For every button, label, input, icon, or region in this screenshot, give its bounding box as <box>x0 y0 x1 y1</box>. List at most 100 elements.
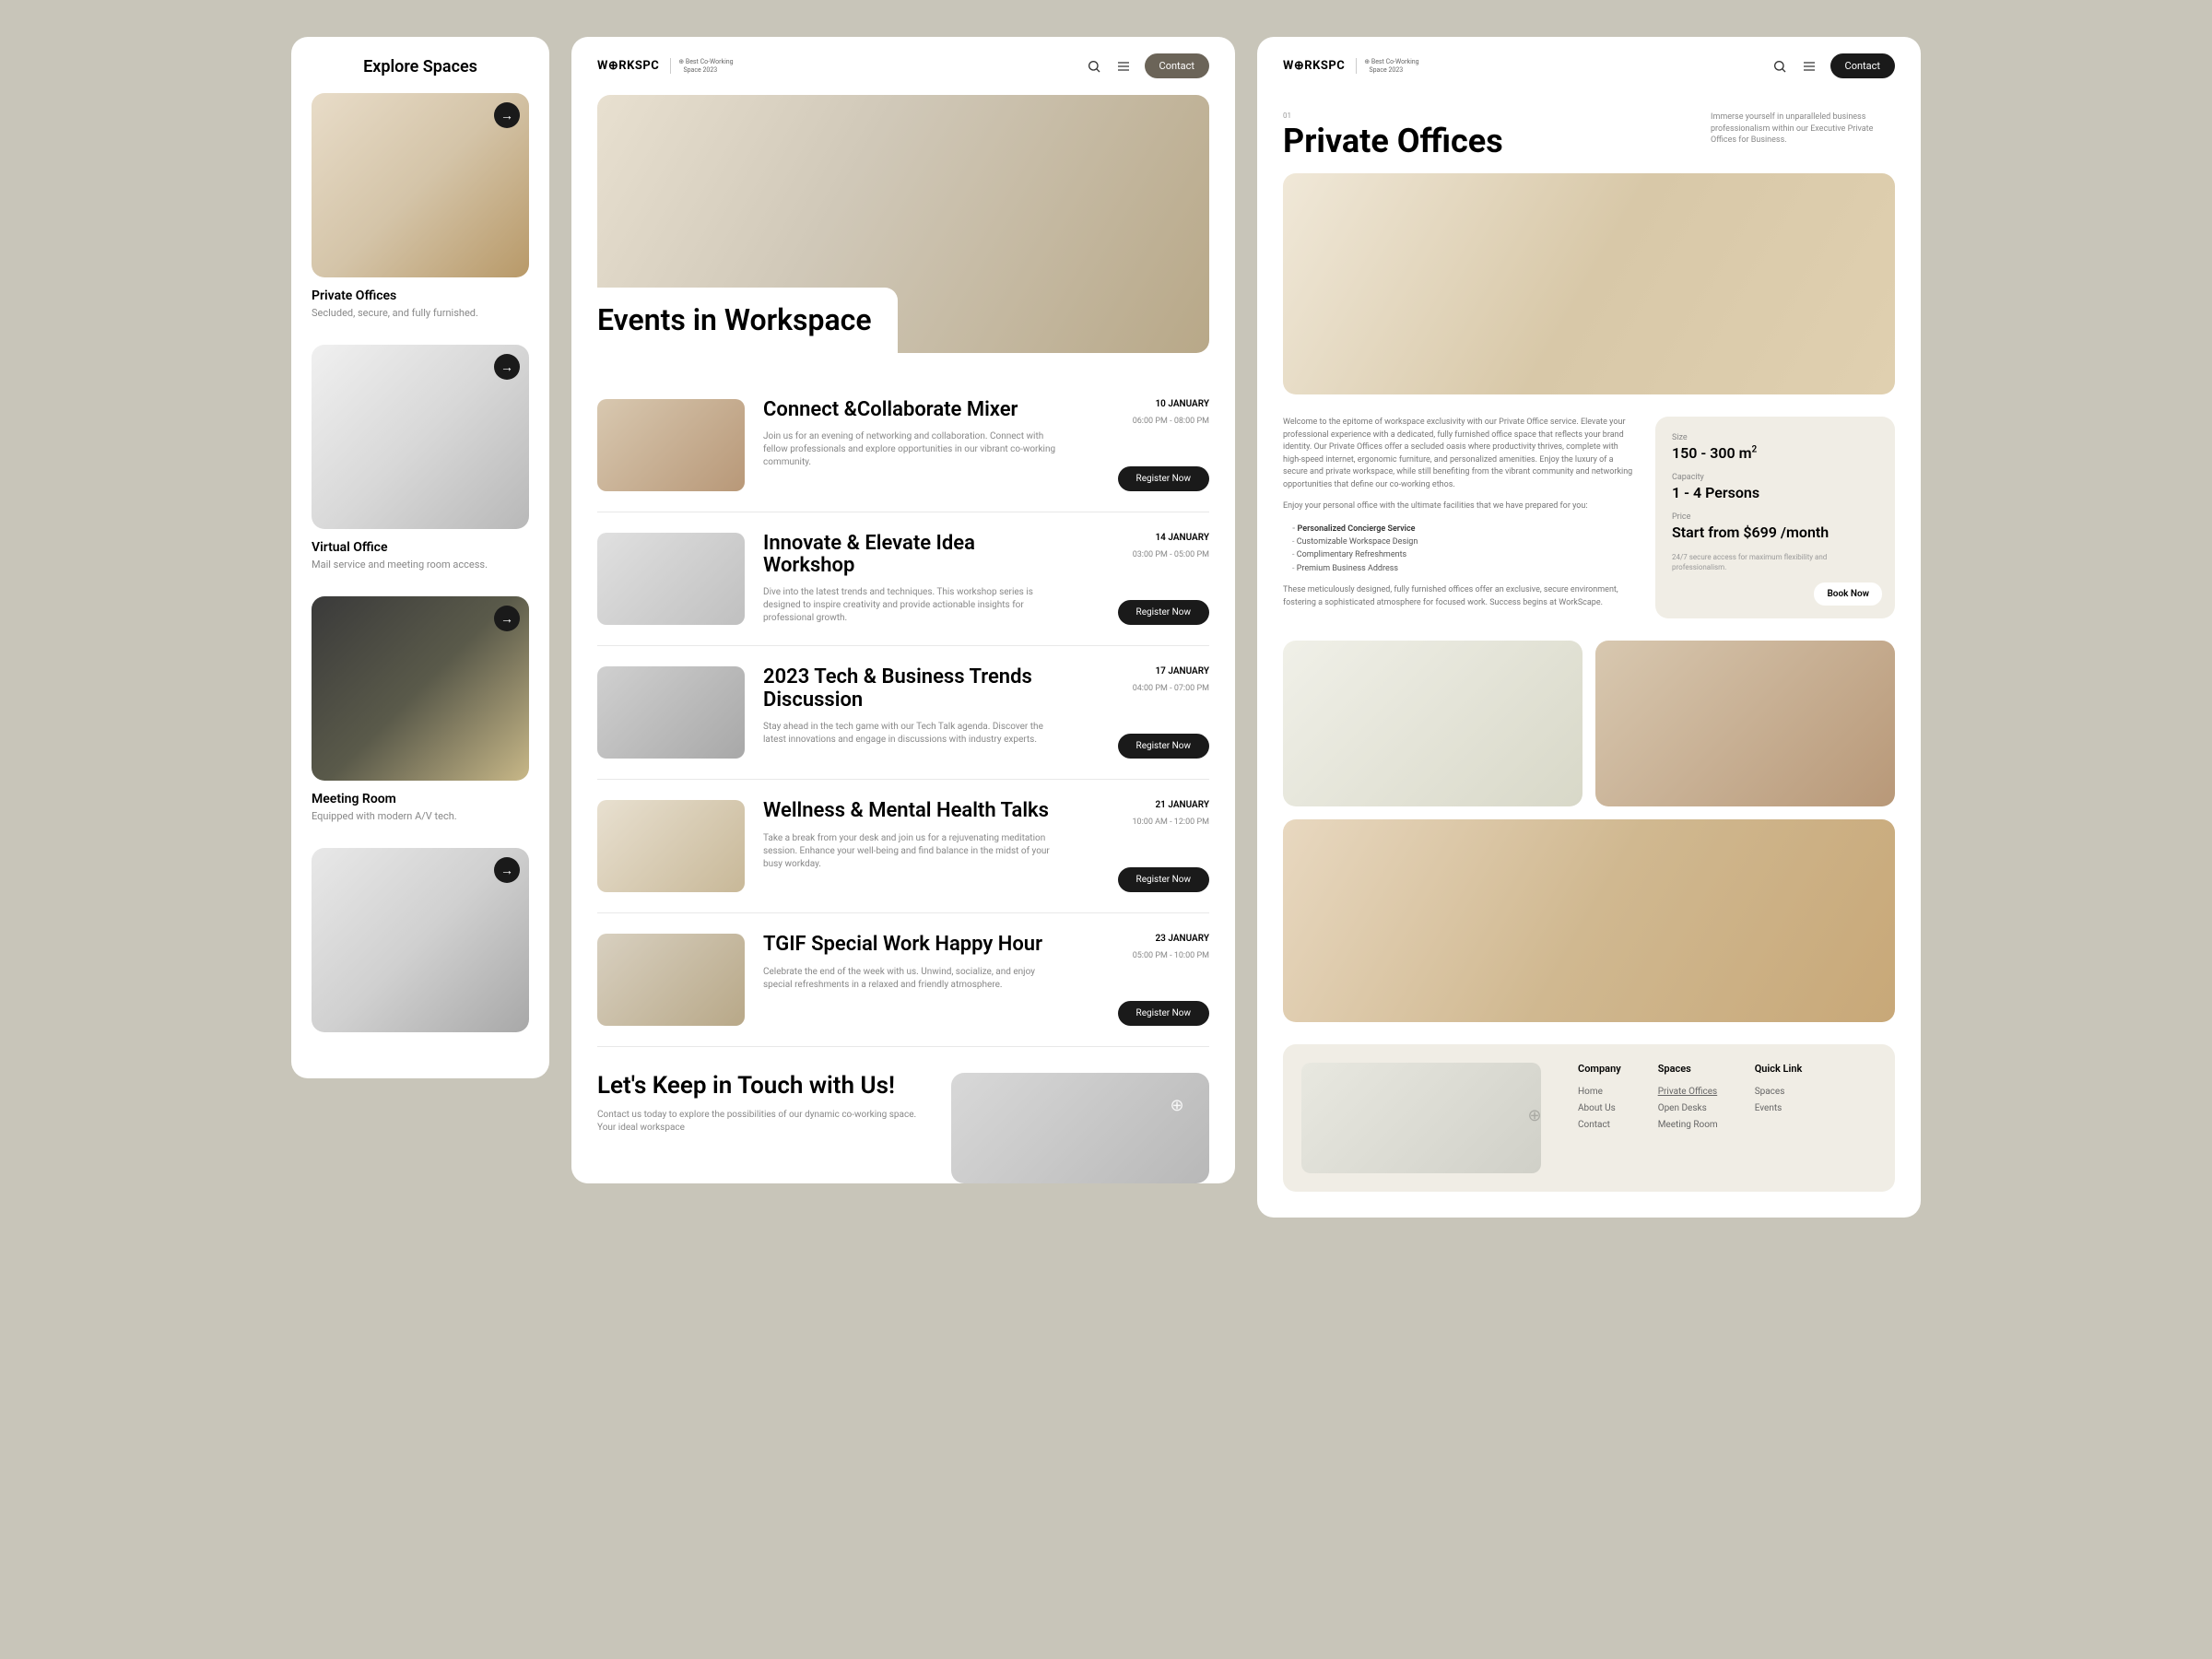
event-date: 10 JANUARY <box>1155 399 1209 409</box>
footer-image: ⊕ <box>1301 1063 1541 1173</box>
cta-desc: Contact us today to explore the possibil… <box>597 1109 933 1135</box>
footer-link[interactable]: About Us <box>1578 1100 1621 1117</box>
event-date: 23 JANUARY <box>1155 934 1209 944</box>
size-value: 150 - 300 m2 <box>1672 444 1878 462</box>
event-date: 14 JANUARY <box>1155 533 1209 543</box>
po-header: 01 Private Offices Immerse yourself in un… <box>1257 95 1921 160</box>
footer-heading: Spaces <box>1658 1063 1718 1075</box>
space-card-virtual-office[interactable]: → Virtual Office Mail service and meetin… <box>312 345 529 571</box>
book-now-button[interactable]: Book Now <box>1814 582 1882 606</box>
register-button[interactable]: Register Now <box>1118 466 1209 491</box>
arrow-icon[interactable]: → <box>494 857 520 883</box>
space-image: → <box>312 596 529 781</box>
page-subtitle: Immerse yourself in unparalleled busines… <box>1711 112 1895 147</box>
space-image: → <box>312 345 529 529</box>
event-row: Wellness & Mental Health TalksTake a bre… <box>597 780 1209 913</box>
space-card-meeting-room[interactable]: → Meeting Room Equipped with modern A/V … <box>312 596 529 822</box>
footer-link[interactable]: Events <box>1755 1100 1803 1117</box>
page-number: 01 <box>1283 112 1503 120</box>
search-icon[interactable] <box>1086 58 1102 75</box>
space-card-more[interactable]: → <box>312 848 529 1032</box>
arrow-icon[interactable]: → <box>494 102 520 128</box>
footer-link[interactable]: Spaces <box>1755 1084 1803 1100</box>
event-row: Innovate & Elevate Idea WorkshopDive int… <box>597 512 1209 646</box>
badge-icon: ⊕ <box>1510 1090 1559 1140</box>
price-label: Price <box>1672 512 1878 522</box>
event-image <box>597 800 745 892</box>
event-desc: Celebrate the end of the week with us. U… <box>763 966 1062 992</box>
capacity-label: Capacity <box>1672 473 1878 482</box>
footer-link[interactable]: Contact <box>1578 1117 1621 1134</box>
gallery-image <box>1283 641 1583 806</box>
feature-item: Personalized Concierge Service <box>1292 523 1633 535</box>
po-paragraph: These meticulously designed, fully furni… <box>1283 584 1633 609</box>
footer-heading: Company <box>1578 1063 1621 1075</box>
logo-group[interactable]: W⊕RKSPC ⊕ Best Co-Working Space 2023 <box>597 58 734 74</box>
menu-icon[interactable] <box>1115 58 1132 75</box>
arrow-icon[interactable]: → <box>494 354 520 380</box>
capacity-value: 1 - 4 Persons <box>1672 484 1878 501</box>
gallery-row <box>1257 641 1921 806</box>
footer-link[interactable]: Private Offices <box>1658 1084 1718 1100</box>
footer-link[interactable]: Home <box>1578 1084 1621 1100</box>
events-panel: W⊕RKSPC ⊕ Best Co-Working Space 2023 Con… <box>571 37 1235 1183</box>
feature-item: Customizable Workspace Design <box>1292 535 1633 548</box>
space-name: Meeting Room <box>312 792 529 806</box>
event-image <box>597 934 745 1026</box>
contact-button[interactable]: Contact <box>1830 53 1895 78</box>
logo-badge: ⊕ Best Co-Working Space 2023 <box>1356 58 1418 74</box>
size-label: Size <box>1672 433 1878 442</box>
events-list: Connect &Collaborate Mixer Join us for an… <box>571 353 1235 1073</box>
event-title: TGIF Special Work Happy Hour <box>763 934 1062 956</box>
contact-button[interactable]: Contact <box>1145 53 1209 78</box>
register-button[interactable]: Register Now <box>1118 734 1209 759</box>
gallery-image <box>1595 641 1895 806</box>
hero-title: Events in Workspace <box>597 304 872 336</box>
event-time: 03:00 PM - 05:00 PM <box>1133 550 1209 559</box>
po-body: Welcome to the epitome of workspace excl… <box>1257 394 1921 641</box>
event-image <box>597 399 745 491</box>
register-button[interactable]: Register Now <box>1118 600 1209 625</box>
header: W⊕RKSPC ⊕ Best Co-Working Space 2023 Con… <box>1257 37 1921 95</box>
logo: W⊕RKSPC <box>597 59 659 73</box>
footer: ⊕ Company Home About Us Contact Spaces P… <box>1283 1044 1895 1192</box>
space-name: Private Offices <box>312 288 529 303</box>
logo: W⊕RKSPC <box>1283 59 1345 73</box>
space-card-private-offices[interactable]: → Private Offices Secluded, secure, and … <box>312 93 529 319</box>
logo-group[interactable]: W⊕RKSPC ⊕ Best Co-Working Space 2023 <box>1283 58 1419 74</box>
event-date: 17 JANUARY <box>1155 666 1209 677</box>
register-button[interactable]: Register Now <box>1118 1001 1209 1026</box>
hero: Events in Workspace <box>571 95 1235 353</box>
private-offices-panel: W⊕RKSPC ⊕ Best Co-Working Space 2023 Con… <box>1257 37 1921 1218</box>
po-paragraph: Enjoy your personal office with the ulti… <box>1283 500 1633 513</box>
menu-icon[interactable] <box>1801 58 1818 75</box>
space-image: → <box>312 93 529 277</box>
footer-link[interactable]: Meeting Room <box>1658 1117 1718 1134</box>
event-desc: Join us for an evening of networking and… <box>763 430 1062 469</box>
feature-list: Personalized Concierge Service Customiza… <box>1283 523 1633 576</box>
info-note: 24/7 secure access for maximum flexibili… <box>1672 552 1878 572</box>
search-icon[interactable] <box>1771 58 1788 75</box>
event-desc: Dive into the latest trends and techniqu… <box>763 586 1062 625</box>
cta-title: Let's Keep in Touch with Us! <box>597 1073 933 1100</box>
event-desc: Take a break from your desk and join us … <box>763 832 1062 871</box>
footer-link[interactable]: Open Desks <box>1658 1100 1718 1117</box>
feature-item: Complimentary Refreshments <box>1292 548 1633 561</box>
explore-panel: Explore Spaces → Private Offices Seclude… <box>291 37 549 1078</box>
register-button[interactable]: Register Now <box>1118 867 1209 892</box>
event-time: 06:00 PM - 08:00 PM <box>1133 417 1209 426</box>
explore-title: Explore Spaces <box>312 57 529 76</box>
gallery-image-full <box>1283 819 1895 1022</box>
event-title: Connect &Collaborate Mixer <box>763 399 1062 421</box>
event-desc: Stay ahead in the tech game with our Tec… <box>763 721 1062 747</box>
logo-badge: ⊕ Best Co-Working Space 2023 <box>670 58 733 74</box>
event-image <box>597 666 745 759</box>
arrow-icon[interactable]: → <box>494 606 520 631</box>
page-title: Private Offices <box>1283 122 1503 160</box>
space-desc: Secluded, secure, and fully furnished. <box>312 307 529 319</box>
cta-section: Let's Keep in Touch with Us! Contact us t… <box>571 1073 1235 1183</box>
space-image: → <box>312 848 529 1032</box>
info-card: Size 150 - 300 m2 Capacity 1 - 4 Persons… <box>1655 417 1895 618</box>
footer-col-spaces: Spaces Private Offices Open Desks Meetin… <box>1658 1063 1718 1173</box>
space-name: Virtual Office <box>312 540 529 555</box>
